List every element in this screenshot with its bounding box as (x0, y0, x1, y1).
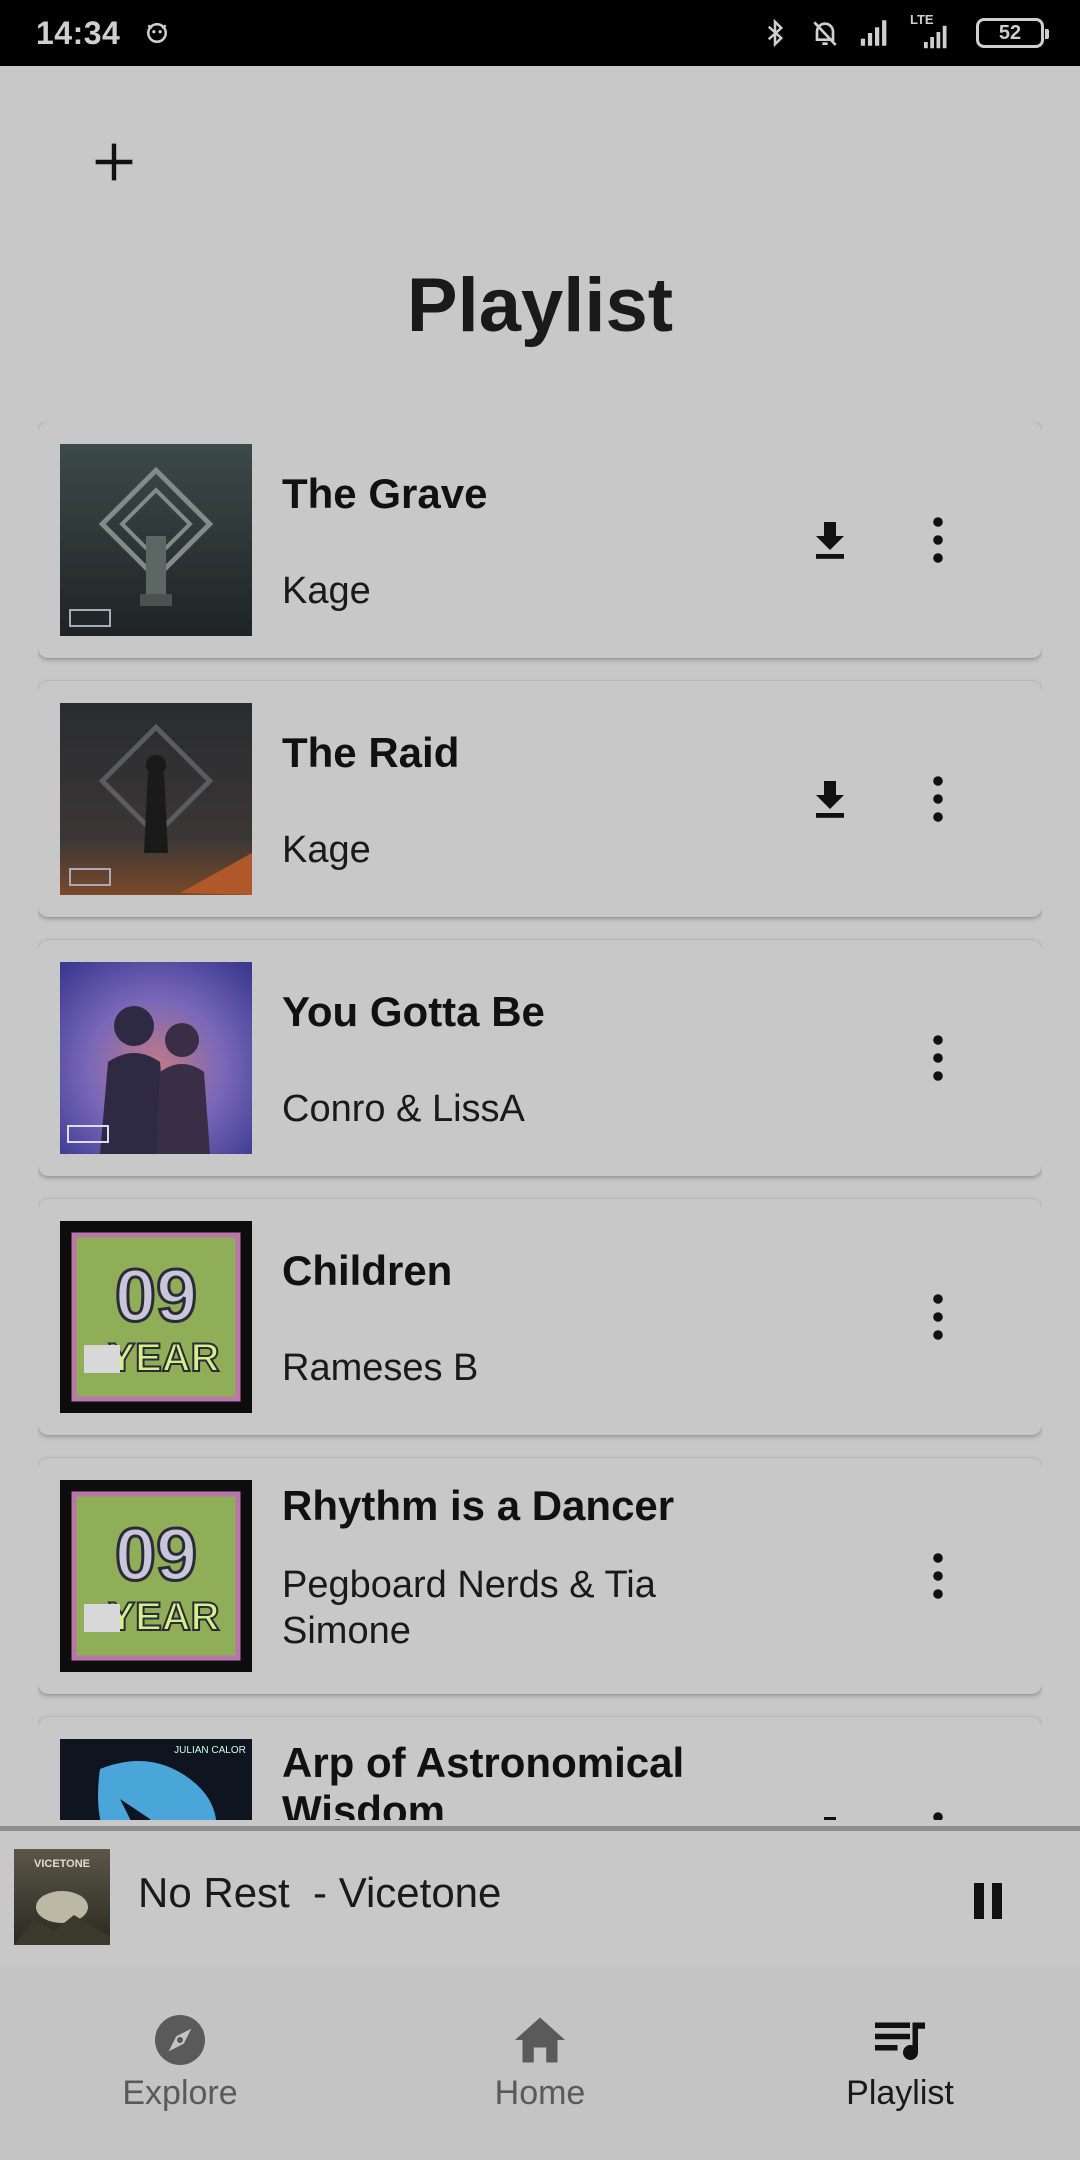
track-artist: Conro & LissA (282, 1088, 525, 1130)
album-cover: 09 YEAR (60, 1221, 252, 1413)
lte-label: LTE (910, 12, 934, 27)
more-options-button[interactable] (918, 1544, 958, 1608)
more-options-button[interactable] (918, 1026, 958, 1090)
more-vert-icon (933, 1553, 943, 1599)
nav-explore[interactable]: Explore (0, 1966, 360, 2160)
track-card[interactable]: The Grave Kage (38, 422, 1042, 658)
now-playing-title: No Rest - Vicetone (138, 1869, 502, 1916)
more-options-button[interactable] (918, 1285, 958, 1349)
download-icon (816, 522, 844, 559)
more-options-button[interactable] (918, 508, 958, 572)
download-button[interactable] (802, 512, 858, 568)
download-button[interactable] (802, 1807, 858, 1820)
track-title: The Grave (282, 470, 488, 517)
album-cover (60, 703, 252, 895)
more-vert-icon (933, 776, 943, 822)
track-artist: Kage (282, 829, 371, 871)
pause-button[interactable] (960, 1873, 1016, 1929)
album-cover (60, 962, 252, 1154)
download-button[interactable] (802, 771, 858, 827)
more-vert-icon (933, 1294, 943, 1340)
playlist-track-list[interactable]: The Grave Kage The Raid Kage You Gotta B… (38, 422, 1042, 1820)
battery-level: 52 (998, 21, 1022, 44)
signal-icon (858, 16, 892, 50)
nav-playlist[interactable]: Playlist (720, 1966, 1080, 2160)
track-title: You Gotta Be (282, 988, 545, 1035)
cover-text-vicetone: VICETONE (34, 1858, 90, 1870)
download-icon (816, 781, 844, 818)
cover-text-year: YEAR (108, 1336, 219, 1380)
more-vert-icon (933, 517, 943, 563)
nav-playlist-label: Playlist (846, 2074, 954, 2112)
track-title: Children (282, 1247, 453, 1294)
nav-home-label: Home (494, 2074, 586, 2112)
status-time: 14:34 (36, 14, 121, 51)
cover-text-julian: JULIAN CALOR (174, 1745, 246, 1756)
playlist-icon (875, 2022, 925, 2060)
mini-player[interactable]: VICETONE No Rest - Vicetone (0, 1831, 1080, 1966)
pause-icon (974, 1883, 1002, 1919)
bottom-navigation: Explore Home Playlist (0, 1966, 1080, 2160)
track-card[interactable]: 09 YEAR Children Rameses B (38, 1199, 1042, 1435)
more-options-button[interactable] (918, 1803, 958, 1820)
notifications-off-icon (808, 16, 842, 50)
track-artist: Pegboard Nerds & Tia Simone (282, 1564, 656, 1652)
album-cover: JULIAN CALOR (60, 1739, 252, 1820)
plus-icon (95, 143, 133, 181)
more-vert-icon (933, 1035, 943, 1081)
track-artist: Kage (282, 570, 371, 612)
track-card[interactable]: 09 YEAR Rhythm is a Dancer Pegboard Nerd… (38, 1458, 1042, 1694)
nav-explore-label: Explore (122, 2074, 238, 2112)
nav-home[interactable]: Home (360, 1966, 720, 2160)
track-title: The Raid (282, 729, 460, 776)
track-card[interactable]: You Gotta Be Conro & LissA (38, 940, 1042, 1176)
cover-text-year: YEAR (108, 1595, 219, 1639)
app-notification-icon (140, 16, 174, 50)
track-card[interactable]: JULIAN CALOR Arp of Astronomical Wisdom (38, 1717, 1042, 1820)
album-cover (60, 444, 252, 636)
lte-signal-icon: LTE (908, 12, 960, 50)
bluetooth-icon (758, 16, 792, 50)
status-bar: 14:34 LTE 52 (0, 0, 1080, 66)
compass-icon (155, 2015, 205, 2065)
cover-text-nine: 09 (115, 1254, 197, 1337)
track-title: Arp of Astronomical Wisdom (282, 1739, 685, 1820)
more-options-button[interactable] (918, 767, 958, 831)
album-cover: 09 YEAR (60, 1480, 252, 1672)
page-title: Playlist (406, 263, 674, 348)
download-icon (824, 1817, 836, 1820)
cover-text-nine: 09 (115, 1513, 197, 1596)
battery-icon: 52 (976, 18, 1049, 48)
track-artist: Rameses B (282, 1347, 479, 1389)
add-playlist-button[interactable] (82, 130, 146, 194)
more-vert-icon (933, 1812, 943, 1820)
now-playing-cover: VICETONE (14, 1849, 110, 1945)
track-card[interactable]: The Raid Kage (38, 681, 1042, 917)
home-icon (515, 2017, 565, 2063)
track-title: Rhythm is a Dancer (282, 1482, 675, 1529)
